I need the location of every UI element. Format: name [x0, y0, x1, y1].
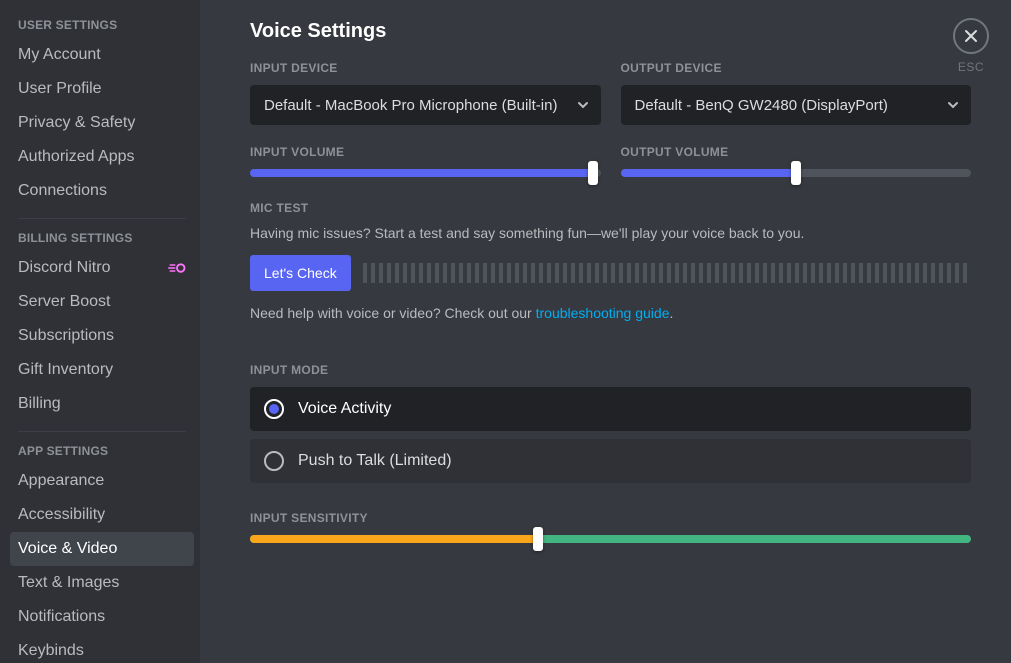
nitro-badge-icon	[168, 262, 186, 274]
mic-test-description: Having mic issues? Start a test and say …	[250, 225, 971, 241]
sidebar-header-billing: BILLING SETTINGS	[10, 231, 194, 251]
sidebar-item-appearance[interactable]: Appearance	[10, 464, 194, 498]
esc-label: ESC	[953, 60, 989, 74]
mic-test-label: MIC TEST	[250, 201, 971, 215]
input-device-value: Default - MacBook Pro Microphone (Built-…	[264, 97, 557, 114]
sidebar-item-privacy-safety[interactable]: Privacy & Safety	[10, 106, 194, 140]
sidebar-item-billing[interactable]: Billing	[10, 387, 194, 421]
mic-level-meter	[363, 263, 971, 283]
sidebar-item-discord-nitro[interactable]: Discord Nitro	[10, 251, 194, 285]
input-sensitivity-low-zone	[250, 535, 538, 543]
output-volume-grabber[interactable]	[791, 161, 801, 185]
input-sensitivity-slider[interactable]	[250, 535, 971, 543]
output-volume-slider[interactable]	[621, 169, 972, 177]
input-device-select[interactable]: Default - MacBook Pro Microphone (Built-…	[250, 85, 601, 125]
settings-main: ESC Voice Settings INPUT DEVICE Default …	[200, 0, 1011, 663]
sidebar-header-app: APP SETTINGS	[10, 444, 194, 464]
close-button[interactable]	[953, 18, 989, 54]
sidebar-item-user-profile[interactable]: User Profile	[10, 72, 194, 106]
output-volume-label: OUTPUT VOLUME	[621, 145, 972, 159]
sidebar-item-voice-video[interactable]: Voice & Video	[10, 532, 194, 566]
input-device-label: INPUT DEVICE	[250, 61, 601, 75]
radio-icon	[264, 451, 284, 471]
troubleshooting-link[interactable]: troubleshooting guide	[536, 305, 670, 321]
settings-sidebar: USER SETTINGS My Account User Profile Pr…	[0, 0, 200, 663]
close-area: ESC	[953, 18, 989, 74]
output-volume-fill	[621, 169, 796, 177]
output-device-select[interactable]: Default - BenQ GW2480 (DisplayPort)	[621, 85, 972, 125]
input-mode-label: INPUT MODE	[250, 363, 971, 377]
input-volume-fill	[250, 169, 593, 177]
input-mode-option-label: Push to Talk (Limited)	[298, 452, 452, 470]
radio-icon	[264, 399, 284, 419]
sidebar-item-server-boost[interactable]: Server Boost	[10, 285, 194, 319]
sidebar-item-connections[interactable]: Connections	[10, 174, 194, 208]
lets-check-button[interactable]: Let's Check	[250, 255, 351, 291]
page-title: Voice Settings	[250, 20, 971, 43]
input-volume-grabber[interactable]	[588, 161, 598, 185]
sidebar-item-authorized-apps[interactable]: Authorized Apps	[10, 140, 194, 174]
input-mode-option-label: Voice Activity	[298, 400, 391, 418]
sidebar-divider	[18, 431, 186, 432]
output-device-value: Default - BenQ GW2480 (DisplayPort)	[635, 97, 888, 114]
input-sensitivity-label: INPUT SENSITIVITY	[250, 511, 971, 525]
close-icon	[963, 28, 979, 44]
sidebar-item-text-images[interactable]: Text & Images	[10, 566, 194, 600]
sidebar-header-user: USER SETTINGS	[10, 18, 194, 38]
sidebar-item-accessibility[interactable]: Accessibility	[10, 498, 194, 532]
chevron-down-icon	[945, 97, 961, 113]
sidebar-item-notifications[interactable]: Notifications	[10, 600, 194, 634]
sidebar-item-gift-inventory[interactable]: Gift Inventory	[10, 353, 194, 387]
sidebar-item-keybinds[interactable]: Keybinds	[10, 634, 194, 663]
input-sensitivity-grabber[interactable]	[533, 527, 543, 551]
sidebar-divider	[18, 218, 186, 219]
sidebar-item-subscriptions[interactable]: Subscriptions	[10, 319, 194, 353]
input-mode-push-to-talk[interactable]: Push to Talk (Limited)	[250, 439, 971, 483]
help-text: Need help with voice or video? Check out…	[250, 305, 971, 321]
input-volume-label: INPUT VOLUME	[250, 145, 601, 159]
chevron-down-icon	[575, 97, 591, 113]
sidebar-item-my-account[interactable]: My Account	[10, 38, 194, 72]
input-mode-voice-activity[interactable]: Voice Activity	[250, 387, 971, 431]
input-volume-slider[interactable]	[250, 169, 601, 177]
output-device-label: OUTPUT DEVICE	[621, 61, 972, 75]
